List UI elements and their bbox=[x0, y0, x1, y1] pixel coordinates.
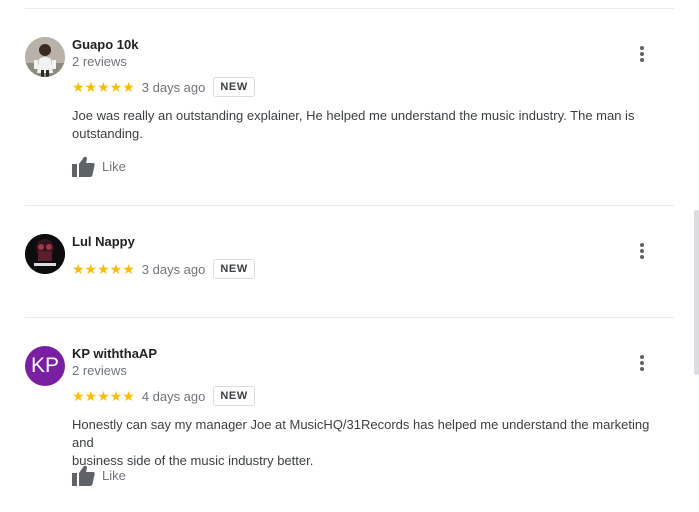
review-time: 3 days ago bbox=[141, 261, 206, 277]
more-options-button[interactable] bbox=[636, 45, 648, 63]
review-time: 3 days ago bbox=[141, 79, 206, 95]
reviewer-review-count: 2 reviews bbox=[72, 363, 127, 378]
review-divider bbox=[25, 317, 674, 318]
reviewer-review-count: 2 reviews bbox=[72, 54, 127, 69]
scrollbar-thumb[interactable] bbox=[694, 210, 699, 375]
new-badge: NEW bbox=[213, 259, 255, 279]
avatar[interactable]: KP bbox=[25, 346, 65, 386]
review-meta: ★★★★★ 4 days ago NEW bbox=[72, 385, 255, 407]
review-text-line: business side of the music industry bett… bbox=[72, 453, 314, 468]
star-rating: ★★★★★ bbox=[72, 79, 135, 95]
review-meta: ★★★★★ 3 days ago NEW bbox=[72, 76, 255, 98]
more-options-button[interactable] bbox=[636, 242, 648, 260]
review-time: 4 days ago bbox=[141, 388, 206, 404]
reviewer-name[interactable]: Lul Nappy bbox=[72, 234, 135, 249]
top-divider bbox=[25, 8, 674, 9]
new-badge: NEW bbox=[213, 386, 255, 406]
more-options-button[interactable] bbox=[636, 354, 648, 372]
avatar[interactable] bbox=[25, 37, 65, 77]
star-rating: ★★★★★ bbox=[72, 388, 135, 404]
more-vert-icon bbox=[640, 355, 644, 359]
review-text-line: outstanding. bbox=[72, 126, 143, 141]
more-vert-icon bbox=[640, 46, 644, 50]
avatar-initials: KP bbox=[30, 354, 59, 377]
new-badge: NEW bbox=[213, 77, 255, 97]
like-label: Like bbox=[102, 158, 126, 174]
thumbs-up-icon bbox=[72, 465, 95, 486]
review-text-line: Honestly can say my manager Joe at Music… bbox=[72, 417, 650, 450]
star-rating: ★★★★★ bbox=[72, 261, 135, 277]
like-button[interactable]: Like bbox=[72, 155, 126, 177]
reviewer-name[interactable]: Guapo 10k bbox=[72, 37, 138, 52]
review-text-line: Joe was really an outstanding explainer,… bbox=[72, 108, 635, 123]
reviewer-name[interactable]: KP withthaAP bbox=[72, 346, 157, 361]
like-label: Like bbox=[102, 467, 126, 483]
avatar-photo-icon bbox=[25, 37, 65, 77]
more-vert-icon bbox=[640, 243, 644, 247]
review-meta: ★★★★★ 3 days ago NEW bbox=[72, 258, 255, 280]
review-divider bbox=[25, 205, 674, 206]
thumbs-up-icon bbox=[72, 156, 95, 177]
review-text: Honestly can say my manager Joe at Music… bbox=[72, 416, 674, 470]
like-button[interactable]: Like bbox=[72, 464, 126, 486]
review-text: Joe was really an outstanding explainer,… bbox=[72, 107, 674, 143]
avatar-photo-icon bbox=[25, 234, 65, 274]
avatar[interactable] bbox=[25, 234, 65, 274]
